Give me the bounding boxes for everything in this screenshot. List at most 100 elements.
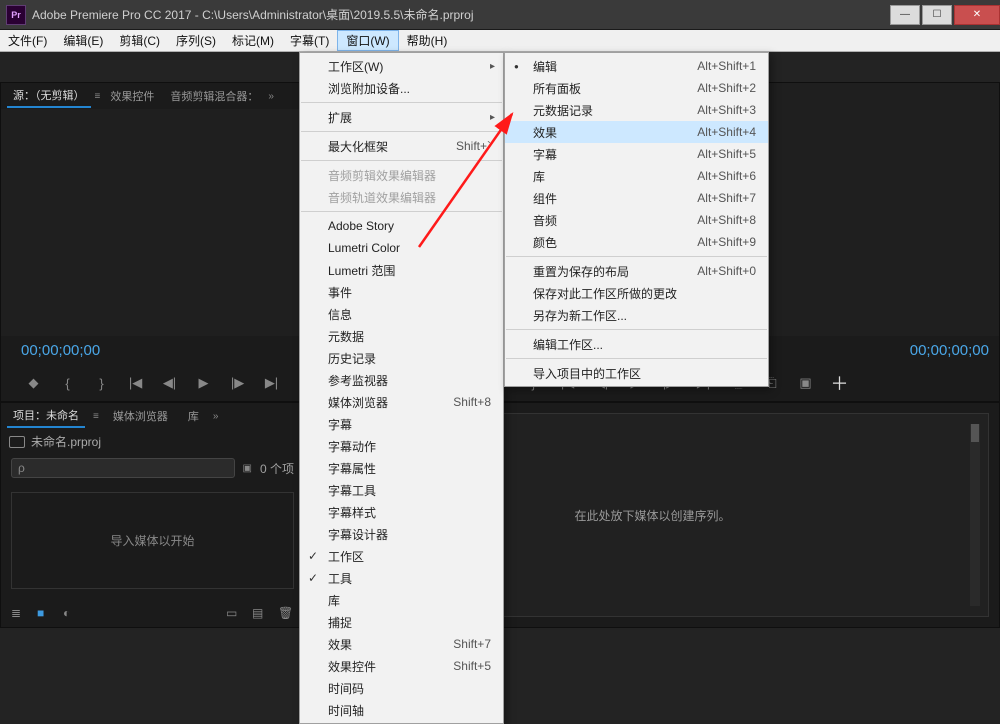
menu-item[interactable]: 效果Alt+Shift+4 <box>505 121 768 143</box>
marker-icon[interactable]: ◆ <box>26 375 42 391</box>
icon-view-icon[interactable]: ■ <box>37 606 53 620</box>
source-tabs-overflow-icon[interactable]: » <box>268 91 274 102</box>
menu-item[interactable]: 库 <box>300 589 503 611</box>
goto-out-icon[interactable]: ▶| <box>264 375 280 391</box>
menu-item[interactable]: 工具 <box>300 567 503 589</box>
menu-item[interactable]: 工作区(W) <box>300 55 503 77</box>
project-tabs-overflow-icon[interactable]: » <box>213 411 219 422</box>
menu-file[interactable]: 文件(F) <box>0 30 55 51</box>
menu-item[interactable]: 时间轴 <box>300 699 503 721</box>
play-icon[interactable]: ▶ <box>196 375 212 391</box>
menu-item[interactable]: 时间码 <box>300 677 503 699</box>
goto-in-icon[interactable]: |◀ <box>128 375 144 391</box>
menu-item[interactable]: 参考监视器 <box>300 369 503 391</box>
new-bin-icon[interactable]: ▭ <box>226 606 242 620</box>
menu-item[interactable]: 颜色Alt+Shift+9 <box>505 231 768 253</box>
menu-item[interactable]: 编辑工作区... <box>505 333 768 355</box>
menu-item[interactable]: 元数据 <box>300 325 503 347</box>
menu-item[interactable]: 扩展 <box>300 106 503 128</box>
list-view-icon[interactable]: ≣ <box>11 606 27 620</box>
menu-help[interactable]: 帮助(H) <box>399 30 456 51</box>
menu-item[interactable]: 效果控件Shift+5 <box>300 655 503 677</box>
menu-item[interactable]: 字幕工具 <box>300 479 503 501</box>
menu-item[interactable]: 事件 <box>300 281 503 303</box>
menu-item-label: 保存对此工作区所做的更改 <box>533 285 677 302</box>
menu-clip[interactable]: 剪辑(C) <box>111 30 168 51</box>
project-drop-zone[interactable]: 导入媒体以开始 <box>11 492 294 589</box>
tab-library[interactable]: 库 <box>182 405 205 427</box>
menu-item-label: 库 <box>328 592 340 609</box>
menu-item-label: 字幕 <box>533 146 557 163</box>
menu-item[interactable]: 音频Alt+Shift+8 <box>505 209 768 231</box>
tab-audio-mixer[interactable]: 音频剪辑混合器： <box>164 85 264 107</box>
menu-item[interactable]: 字幕样式 <box>300 501 503 523</box>
out-point-icon[interactable]: } <box>94 375 110 391</box>
tab-source-menu-icon[interactable]: ≡ <box>95 91 101 102</box>
menu-edit[interactable]: 编辑(E) <box>55 30 111 51</box>
menu-item[interactable]: Lumetri 范围 <box>300 259 503 281</box>
source-timecode[interactable]: 00;00;00;00 <box>11 342 100 359</box>
menu-item[interactable]: 历史记录 <box>300 347 503 369</box>
menu-item-label: Lumetri 范围 <box>328 262 395 279</box>
window-titlebar: Pr Adobe Premiere Pro CC 2017 - C:\Users… <box>0 0 1000 30</box>
menu-item[interactable]: 保存对此工作区所做的更改 <box>505 282 768 304</box>
menu-item[interactable]: 导入项目中的工作区 <box>505 362 768 384</box>
menu-marker[interactable]: 标记(M) <box>224 30 282 51</box>
menu-item[interactable]: 字幕 <box>300 413 503 435</box>
new-item-icon[interactable]: ▤ <box>252 606 268 620</box>
add-button-icon[interactable]: ＋ <box>832 375 848 391</box>
menu-item[interactable]: 元数据记录Alt+Shift+3 <box>505 99 768 121</box>
tab-media-browser[interactable]: 媒体浏览器 <box>107 405 174 427</box>
export-frame-icon[interactable]: ▣ <box>798 375 814 391</box>
timeline-scrollbar[interactable] <box>970 424 980 606</box>
menu-item-label: 元数据记录 <box>533 102 593 119</box>
in-point-icon[interactable]: { <box>60 375 76 391</box>
menu-item[interactable]: 效果Shift+7 <box>300 633 503 655</box>
menu-window[interactable]: 窗口(W) <box>337 30 398 51</box>
project-filename: 未命名.prproj <box>31 433 101 450</box>
menu-item[interactable]: 重置为保存的布局Alt+Shift+0 <box>505 260 768 282</box>
program-timecode[interactable]: 00;00;00;00 <box>900 342 989 359</box>
tab-source[interactable]: 源：（无剪辑） <box>7 84 91 108</box>
menu-title[interactable]: 字幕(T) <box>282 30 337 51</box>
menu-item[interactable]: 字幕属性 <box>300 457 503 479</box>
step-back-icon[interactable]: ◀| <box>162 375 178 391</box>
menu-item-shortcut: Shift+` <box>456 139 491 153</box>
menu-item[interactable]: 组件Alt+Shift+7 <box>505 187 768 209</box>
project-search[interactable]: ρ <box>11 458 235 478</box>
menu-item[interactable]: Lumetri Color <box>300 237 503 259</box>
maximize-button[interactable]: ☐ <box>922 5 952 25</box>
tab-project[interactable]: 项目：未命名 <box>7 404 85 428</box>
trash-icon[interactable]: 🗑 <box>278 606 294 620</box>
menu-item[interactable]: 媒体浏览器Shift+8 <box>300 391 503 413</box>
menu-item-label: 效果 <box>533 124 557 141</box>
menu-item[interactable]: Adobe Story <box>300 215 503 237</box>
menu-item[interactable]: 字幕动作 <box>300 435 503 457</box>
tab-effect-controls[interactable]: 效果控件 <box>104 85 160 107</box>
project-footer: ≣ ■ ◐ ▭ ▤ 🗑 <box>1 599 304 627</box>
menu-item[interactable]: 库Alt+Shift+6 <box>505 165 768 187</box>
tab-project-menu-icon[interactable]: ≡ <box>93 411 99 422</box>
menu-item[interactable]: 最大化框架Shift+` <box>300 135 503 157</box>
freeform-view-icon[interactable]: ◐ <box>63 606 79 620</box>
menu-item-label: 颜色 <box>533 234 557 251</box>
menu-item[interactable]: 编辑Alt+Shift+1 <box>505 55 768 77</box>
menu-item-label: 时间码 <box>328 680 364 697</box>
menu-item[interactable]: 工作区 <box>300 545 503 567</box>
menu-item[interactable]: 另存为新工作区... <box>505 304 768 326</box>
step-fwd-icon[interactable]: |▶ <box>230 375 246 391</box>
menu-item-shortcut: Shift+8 <box>453 395 491 409</box>
menu-item[interactable]: 字幕Alt+Shift+5 <box>505 143 768 165</box>
menu-item-label: 捕捉 <box>328 614 352 631</box>
minimize-button[interactable]: — <box>890 5 920 25</box>
menu-sequence[interactable]: 序列(S) <box>168 30 224 51</box>
menu-item[interactable]: 捕捉 <box>300 611 503 633</box>
menu-item[interactable]: 浏览附加设备... <box>300 77 503 99</box>
menu-item-label: 音频 <box>533 212 557 229</box>
menu-item[interactable]: 信息 <box>300 303 503 325</box>
menu-item[interactable]: 所有面板Alt+Shift+2 <box>505 77 768 99</box>
filter-bin-icon[interactable]: ▣ <box>243 463 252 474</box>
menu-item-shortcut: Alt+Shift+6 <box>697 169 756 183</box>
close-button[interactable]: ✕ <box>954 5 1000 25</box>
menu-item[interactable]: 字幕设计器 <box>300 523 503 545</box>
